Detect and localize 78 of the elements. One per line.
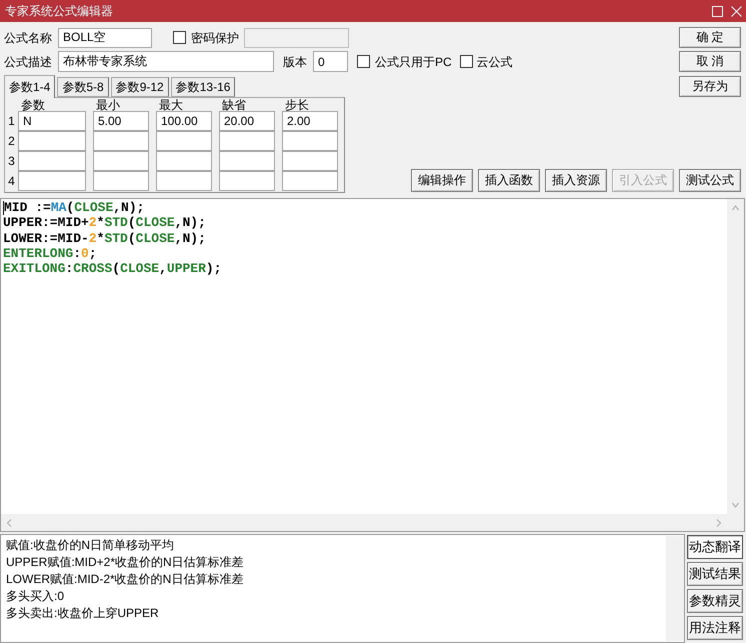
tab[interactable]: 参数9-12 bbox=[110, 77, 169, 97]
column-header: 缺省 bbox=[222, 98, 246, 112]
code-line: UPPER:=MID+2*STD(CLOSE,N); bbox=[3, 215, 206, 230]
usage-notes-button[interactable]: 用法注释 bbox=[687, 616, 743, 640]
row-number: 1 bbox=[8, 114, 15, 128]
row-number: 4 bbox=[8, 174, 15, 188]
name-field[interactable]: BOLL空 bbox=[58, 28, 152, 48]
tab[interactable]: 参数13-16 bbox=[170, 77, 236, 97]
insert-resource-button[interactable]: 插入资源 bbox=[545, 169, 607, 192]
param-field[interactable] bbox=[156, 131, 212, 151]
checkbox[interactable] bbox=[460, 55, 473, 68]
param-field[interactable] bbox=[156, 151, 212, 171]
maximize-icon[interactable] bbox=[712, 6, 723, 16]
translation-line: 赋值:收盘价的N日简单移动平均 bbox=[6, 537, 174, 554]
param-field[interactable] bbox=[219, 171, 275, 191]
param-field[interactable] bbox=[219, 131, 275, 151]
insert-function-button[interactable]: 插入函数 bbox=[478, 169, 540, 192]
checkbox-label: 密码保护 bbox=[191, 30, 239, 44]
window-title: 专家系统公式编辑器 bbox=[5, 2, 113, 20]
text-cursor bbox=[3, 200, 4, 215]
horizontal-scrollbar[interactable] bbox=[1, 514, 744, 531]
param-field[interactable]: 100.00 bbox=[156, 111, 212, 131]
close-icon[interactable] bbox=[731, 6, 742, 16]
description-field[interactable]: 布林带专家系统 bbox=[58, 51, 274, 72]
translation-line: 多头卖出:收盘价上穿UPPER bbox=[6, 605, 159, 622]
checkbox-label: 公式只用于PC bbox=[375, 54, 452, 68]
column-header: 步长 bbox=[285, 98, 309, 112]
row-number: 2 bbox=[8, 134, 15, 148]
translate-button[interactable]: 动态翻译 bbox=[687, 535, 743, 559]
tab[interactable]: 参数5-8 bbox=[57, 77, 109, 97]
scrollbar-track[interactable] bbox=[666, 536, 684, 641]
param-field[interactable] bbox=[156, 171, 212, 191]
translation-line: UPPER赋值:MID+2*收盘价的N日估算标准差 bbox=[6, 554, 244, 571]
translation-line: 多头买入:0 bbox=[6, 588, 64, 605]
checkbox[interactable] bbox=[357, 55, 370, 68]
test-result-button[interactable]: 测试结果 bbox=[687, 562, 743, 586]
param-field[interactable] bbox=[18, 151, 86, 171]
vertical-scrollbar[interactable] bbox=[727, 199, 744, 514]
code-line: LOWER:=MID-2*STD(CLOSE,N); bbox=[3, 230, 206, 246]
field-label: 版本 bbox=[283, 54, 307, 68]
param-field[interactable]: 2.00 bbox=[282, 111, 338, 131]
ok-button[interactable]: 确 定 bbox=[679, 27, 741, 48]
param-field[interactable] bbox=[18, 131, 86, 151]
param-field[interactable] bbox=[93, 171, 149, 191]
version-field[interactable]: 0 bbox=[313, 51, 348, 72]
translation-line: LOWER赋值:MID-2*收盘价的N日估算标准差 bbox=[6, 571, 244, 588]
param-field[interactable]: 5.00 bbox=[93, 111, 149, 131]
code-line: MID :=MA(CLOSE,N); bbox=[4, 200, 144, 216]
column-header: 最大 bbox=[159, 98, 183, 112]
param-field[interactable] bbox=[282, 131, 338, 151]
test-formula-button[interactable]: 测试公式 bbox=[679, 169, 741, 192]
param-field[interactable] bbox=[93, 151, 149, 171]
param-field[interactable] bbox=[18, 171, 86, 191]
cancel-button[interactable]: 取 消 bbox=[679, 51, 741, 72]
param-field[interactable] bbox=[282, 151, 338, 171]
chevron-left-icon[interactable] bbox=[6, 518, 13, 526]
chevron-down-icon[interactable] bbox=[732, 501, 739, 509]
field-label: 公式描述 bbox=[4, 54, 52, 68]
param-wizard-button[interactable]: 参数精灵 bbox=[687, 589, 743, 613]
param-field[interactable]: 20.00 bbox=[219, 111, 275, 131]
field-label: 公式名称 bbox=[4, 30, 52, 44]
chevron-up-icon[interactable] bbox=[732, 204, 739, 212]
param-field[interactable]: N bbox=[18, 111, 86, 131]
column-header: 参数 bbox=[21, 98, 45, 112]
param-field[interactable] bbox=[219, 151, 275, 171]
param-field[interactable] bbox=[282, 171, 338, 191]
save-as-button[interactable]: 另存为 bbox=[679, 76, 741, 97]
column-header: 最小 bbox=[96, 98, 120, 112]
chevron-right-icon[interactable] bbox=[715, 518, 722, 526]
param-field[interactable] bbox=[93, 131, 149, 151]
edit-menu-button[interactable]: 编辑操作 bbox=[411, 169, 473, 192]
code-editor[interactable]: MID :=MA(CLOSE,N); UPPER:=MID+2*STD(CLOSE,N); LOWER:=MID-2*STD(CLOSE,N); ENTERLONG:0; EXITLONG:CROSS(CLOSE,UPPER); bbox=[0, 198, 745, 532]
code-line: ENTERLONG:0; bbox=[3, 246, 97, 262]
tab[interactable]: 参数1-4 bbox=[4, 75, 56, 98]
row-number: 3 bbox=[8, 154, 15, 168]
checkbox[interactable] bbox=[173, 31, 186, 44]
code-line: EXITLONG:CROSS(CLOSE,UPPER); bbox=[3, 261, 222, 276]
checkbox-label: 云公式 bbox=[476, 54, 513, 68]
